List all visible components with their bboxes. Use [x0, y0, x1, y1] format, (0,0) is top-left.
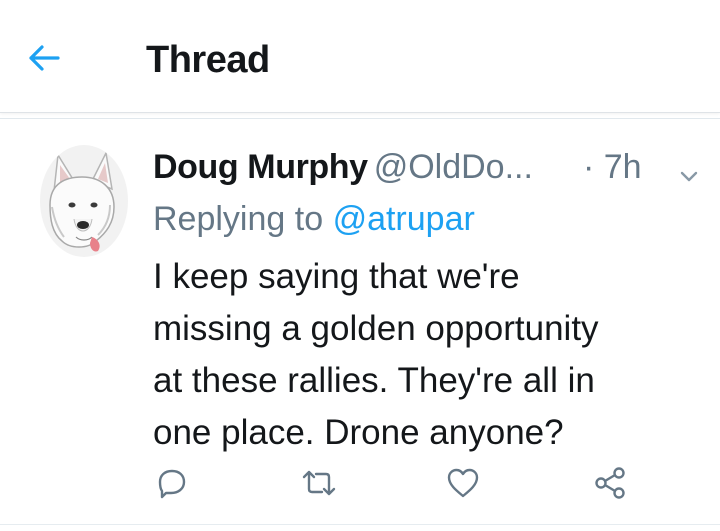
tweet-header: Doug Murphy @OldDo... · 7h	[153, 145, 713, 189]
back-button[interactable]	[22, 36, 66, 80]
page-title: Thread	[146, 39, 270, 81]
tweet-actions	[0, 463, 720, 507]
replying-to: Replying to @atrupar	[153, 197, 475, 241]
reply-icon	[158, 469, 186, 499]
like-icon	[447, 468, 479, 498]
tweet-text: I keep saying that we're missing a golde…	[153, 251, 693, 459]
chevron-down-icon	[680, 171, 698, 182]
app-header: Thread	[0, 0, 720, 113]
divider	[0, 524, 720, 525]
tweet-text-line: missing a golden opportunity	[153, 309, 599, 348]
tweet[interactable]: Doug Murphy @OldDo... · 7h Replying to @a…	[0, 119, 720, 531]
tweet-text-line: at these rallies. They're all in	[153, 361, 595, 400]
reply-button[interactable]	[152, 463, 192, 503]
display-name[interactable]: Doug Murphy	[153, 148, 368, 186]
share-icon	[595, 467, 625, 499]
mention-link[interactable]: @atrupar	[333, 200, 475, 238]
avatar[interactable]	[40, 145, 128, 257]
timestamp[interactable]: · 7h	[583, 145, 642, 189]
user-handle[interactable]: @OldDo...	[374, 148, 533, 186]
dog-avatar-image	[40, 145, 128, 257]
replying-to-label: Replying to	[153, 200, 324, 238]
retweet-icon	[302, 470, 336, 496]
retweet-button[interactable]	[299, 463, 339, 503]
arrow-left-icon	[29, 45, 60, 71]
like-button[interactable]	[443, 463, 483, 503]
tweet-text-line: I keep saying that we're	[153, 257, 520, 296]
tweet-text-line: one place. Drone anyone?	[153, 413, 564, 452]
share-button[interactable]	[590, 463, 630, 503]
more-options-button[interactable]	[677, 155, 701, 182]
